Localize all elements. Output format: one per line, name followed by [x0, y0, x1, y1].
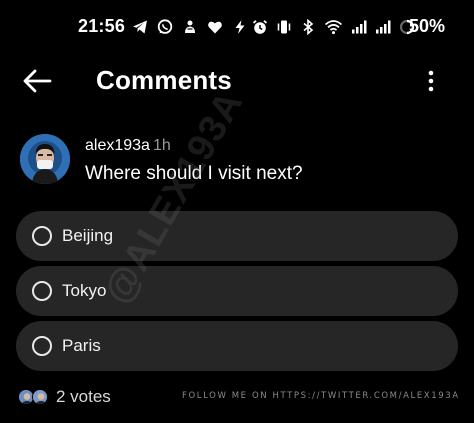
telegram-icon — [133, 20, 147, 34]
signal-icon — [376, 20, 391, 34]
bolt-icon — [235, 20, 245, 34]
battery-percentage: 50% — [409, 16, 446, 36]
poll-option-label: Paris — [62, 336, 101, 355]
notification-icons — [132, 19, 248, 35]
more-vert-icon — [428, 70, 434, 92]
poll-option-tokyo[interactable]: Tokyo — [16, 266, 458, 316]
poll-question: Where should I visit next? — [85, 163, 303, 184]
signal-icon — [352, 20, 367, 34]
votes-count: 2 votes — [56, 387, 111, 406]
status-time: 21:56 — [78, 16, 126, 36]
poll-option-beijing[interactable]: Beijing — [16, 211, 458, 261]
more-options-button[interactable] — [418, 66, 444, 96]
vibrate-icon — [277, 20, 291, 34]
app-icon — [185, 20, 195, 33]
page-title: Comments — [96, 65, 232, 95]
follow-credit: FOLLOW ME ON HTTPS://TWITTER.COM/ALEX193… — [182, 391, 460, 401]
username[interactable]: alex193a — [85, 137, 150, 154]
voter-avatar — [32, 389, 48, 405]
post-time: 1h — [152, 137, 171, 154]
whatsapp-icon — [157, 19, 173, 34]
status-bar: 21:56 50% — [0, 14, 474, 42]
votes-summary[interactable]: 2 votes — [18, 386, 111, 408]
arrow-left-icon — [23, 69, 52, 93]
system-icons — [252, 19, 415, 35]
radio-button[interactable] — [32, 281, 52, 301]
avatar-image — [20, 134, 70, 184]
poll-option-label: Beijing — [62, 226, 114, 245]
wifi-icon — [324, 20, 343, 35]
radio-button[interactable] — [32, 336, 52, 356]
radio-button[interactable] — [32, 226, 52, 246]
back-button[interactable] — [20, 66, 54, 96]
poll-option-label: Tokyo — [62, 281, 107, 300]
app-header: Comments — [0, 56, 474, 104]
poll-option-paris[interactable]: Paris — [16, 321, 458, 371]
voter-avatars — [18, 389, 48, 405]
avatar[interactable] — [20, 134, 70, 184]
alarm-icon — [252, 20, 268, 34]
bluetooth-icon — [303, 19, 314, 35]
heart-icon — [208, 21, 222, 34]
post-author[interactable]: alex193a 1h — [85, 137, 171, 155]
